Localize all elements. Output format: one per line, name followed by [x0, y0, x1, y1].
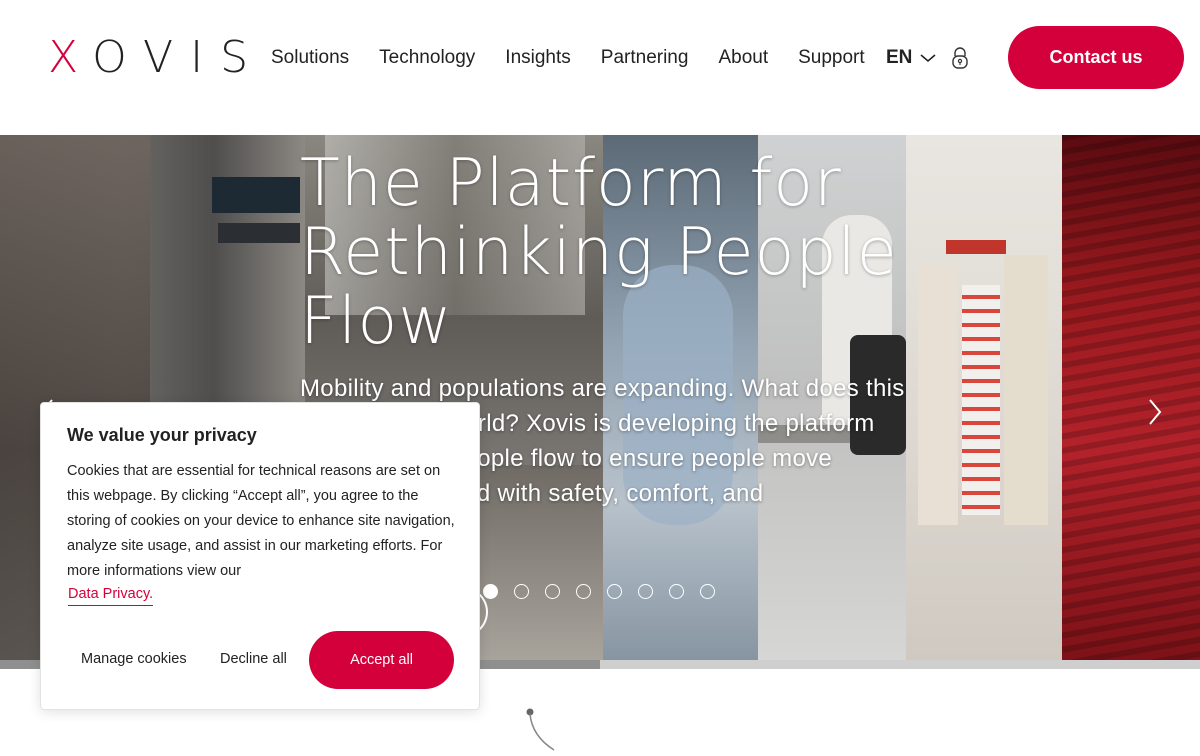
nav-support[interactable]: Support — [798, 47, 865, 69]
cookie-banner: We value your privacy Cookies that are e… — [40, 402, 480, 710]
carousel-dot-6[interactable] — [638, 584, 653, 599]
cookie-title: We value your privacy — [67, 425, 257, 445]
decline-all-button[interactable]: Decline all — [220, 651, 287, 667]
language-label: EN — [886, 47, 913, 68]
main-nav: Solutions Technology Insights Partnering… — [271, 46, 865, 70]
nav-partnering[interactable]: Partnering — [601, 47, 689, 69]
nav-about[interactable]: About — [718, 47, 768, 69]
carousel-dot-3[interactable] — [545, 584, 560, 599]
carousel-dot-7[interactable] — [669, 584, 684, 599]
chevron-down-icon — [920, 54, 936, 63]
hero-image-theater — [1062, 135, 1200, 660]
contact-us-button[interactable]: Contact us — [1008, 26, 1184, 89]
chevron-right-icon[interactable] — [1140, 397, 1170, 427]
carousel-dot-2[interactable] — [514, 584, 529, 599]
nav-solutions[interactable]: Solutions — [271, 47, 349, 69]
lock-icon[interactable] — [950, 46, 970, 70]
logo-x: X — [48, 32, 79, 83]
carousel-dots — [483, 584, 731, 599]
site-header: X OVIS Solutions Technology Insights Par… — [0, 0, 1200, 135]
logo-text: OVIS — [92, 32, 266, 83]
hero-title: The Platform for Rethinking People Flow — [300, 146, 898, 359]
carousel-dot-8[interactable] — [700, 584, 715, 599]
cookie-text: Cookies that are essential for technical… — [67, 463, 455, 579]
hero-image-retail — [906, 135, 1062, 660]
manage-cookies-button[interactable]: Manage cookies — [81, 651, 187, 667]
accept-all-button[interactable]: Accept all — [309, 631, 454, 689]
carousel-dot-1[interactable] — [483, 584, 498, 599]
nav-insights[interactable]: Insights — [505, 47, 570, 69]
scroll-hint-icon — [526, 708, 555, 751]
nav-technology[interactable]: Technology — [379, 47, 475, 69]
carousel-dot-4[interactable] — [576, 584, 591, 599]
language-selector[interactable]: EN — [886, 46, 936, 70]
carousel-dot-5[interactable] — [607, 584, 622, 599]
xovis-logo[interactable]: X OVIS — [48, 32, 266, 83]
data-privacy-link[interactable]: Data Privacy. — [68, 586, 154, 606]
